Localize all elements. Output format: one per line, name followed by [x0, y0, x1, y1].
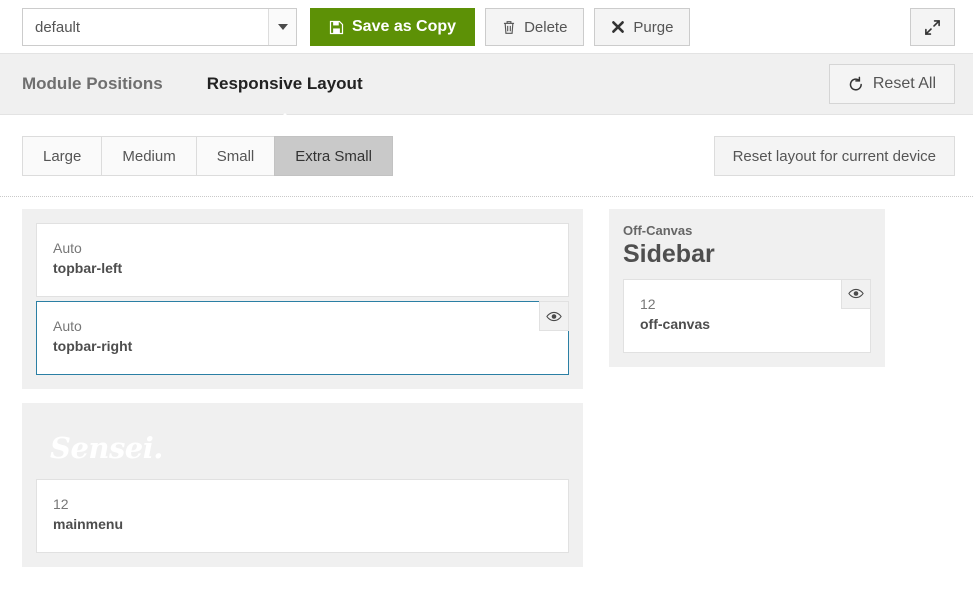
style-select-value: default — [35, 18, 81, 36]
layout-column-left: Auto topbar-left Auto topbar-right Sense… — [22, 209, 583, 581]
section-mainmenu: Sensei. 12 mainmenu — [22, 403, 583, 567]
device-segment-group: Large Medium Small Extra Small — [22, 136, 393, 176]
module-box-off-canvas[interactable]: 12 off-canvas — [623, 278, 871, 353]
sensei-logo: Sensei. — [50, 431, 163, 465]
module-box-topbar-right[interactable]: Auto topbar-right — [36, 301, 569, 375]
save-as-copy-label: Save as Copy — [352, 18, 457, 35]
save-as-copy-button[interactable]: Save as Copy — [310, 8, 476, 46]
device-segment-small[interactable]: Small — [195, 136, 275, 176]
delete-button[interactable]: Delete — [485, 8, 585, 46]
device-segment-extra-small[interactable]: Extra Small — [274, 136, 393, 176]
section-off-canvas-sidebar: Off-Canvas Sidebar 12 off-canvas — [609, 209, 885, 367]
module-name: topbar-left — [53, 260, 123, 277]
top-toolbar: default Save as Copy Delete Purge — [0, 0, 973, 53]
layout-canvas: Auto topbar-left Auto topbar-right Sense… — [0, 197, 973, 591]
trash-icon — [502, 20, 516, 35]
device-segment-large[interactable]: Large — [22, 136, 102, 176]
module-box-topbar-left[interactable]: Auto topbar-left — [36, 223, 569, 297]
cross-icon — [611, 20, 625, 34]
purge-button[interactable]: Purge — [594, 8, 691, 46]
eye-icon[interactable] — [841, 278, 871, 309]
device-size-bar: Large Medium Small Extra Small Reset lay… — [0, 115, 973, 197]
module-box-mainmenu[interactable]: 12 mainmenu — [36, 479, 569, 553]
logo-slot: Sensei. — [36, 417, 569, 479]
tab-module-positions[interactable]: Module Positions — [22, 74, 163, 94]
purge-label: Purge — [633, 18, 674, 36]
reset-all-button[interactable]: Reset All — [828, 64, 955, 104]
module-name: mainmenu — [53, 516, 124, 533]
expand-fullscreen-button[interactable] — [910, 8, 955, 46]
eye-icon[interactable] — [539, 301, 569, 331]
module-span-value: 12 — [53, 496, 69, 512]
layout-grid: Auto topbar-left Auto topbar-right Sense… — [0, 209, 973, 581]
expand-diagonal-icon — [924, 19, 941, 36]
device-segment-medium[interactable]: Medium — [101, 136, 196, 176]
section-title: Sidebar — [623, 240, 715, 268]
tab-strip: Module Positions Responsive Layout Reset… — [0, 53, 973, 122]
section-topbar: Auto topbar-left Auto topbar-right — [22, 209, 583, 389]
tab-responsive-layout[interactable]: Responsive Layout — [207, 74, 363, 122]
module-span-value: Auto — [53, 318, 82, 334]
layout-column-right: Off-Canvas Sidebar 12 off-canvas — [609, 209, 885, 381]
module-name: topbar-right — [53, 338, 133, 355]
style-select[interactable]: default — [22, 8, 297, 46]
module-name: off-canvas — [640, 316, 711, 333]
chevron-down-icon[interactable] — [268, 9, 296, 45]
module-span-value: 12 — [640, 295, 656, 312]
floppy-disk-icon — [329, 20, 344, 35]
module-span-value: Auto — [53, 240, 82, 256]
reset-layout-current-device-label: Reset layout for current device — [732, 147, 936, 165]
section-kicker: Off-Canvas — [623, 223, 693, 238]
reset-all-label: Reset All — [872, 75, 936, 92]
section-header: Off-Canvas Sidebar — [623, 223, 871, 269]
reset-layout-current-device-button[interactable]: Reset layout for current device — [713, 136, 955, 176]
undo-arrow-icon — [848, 76, 864, 92]
delete-label: Delete — [524, 18, 568, 36]
